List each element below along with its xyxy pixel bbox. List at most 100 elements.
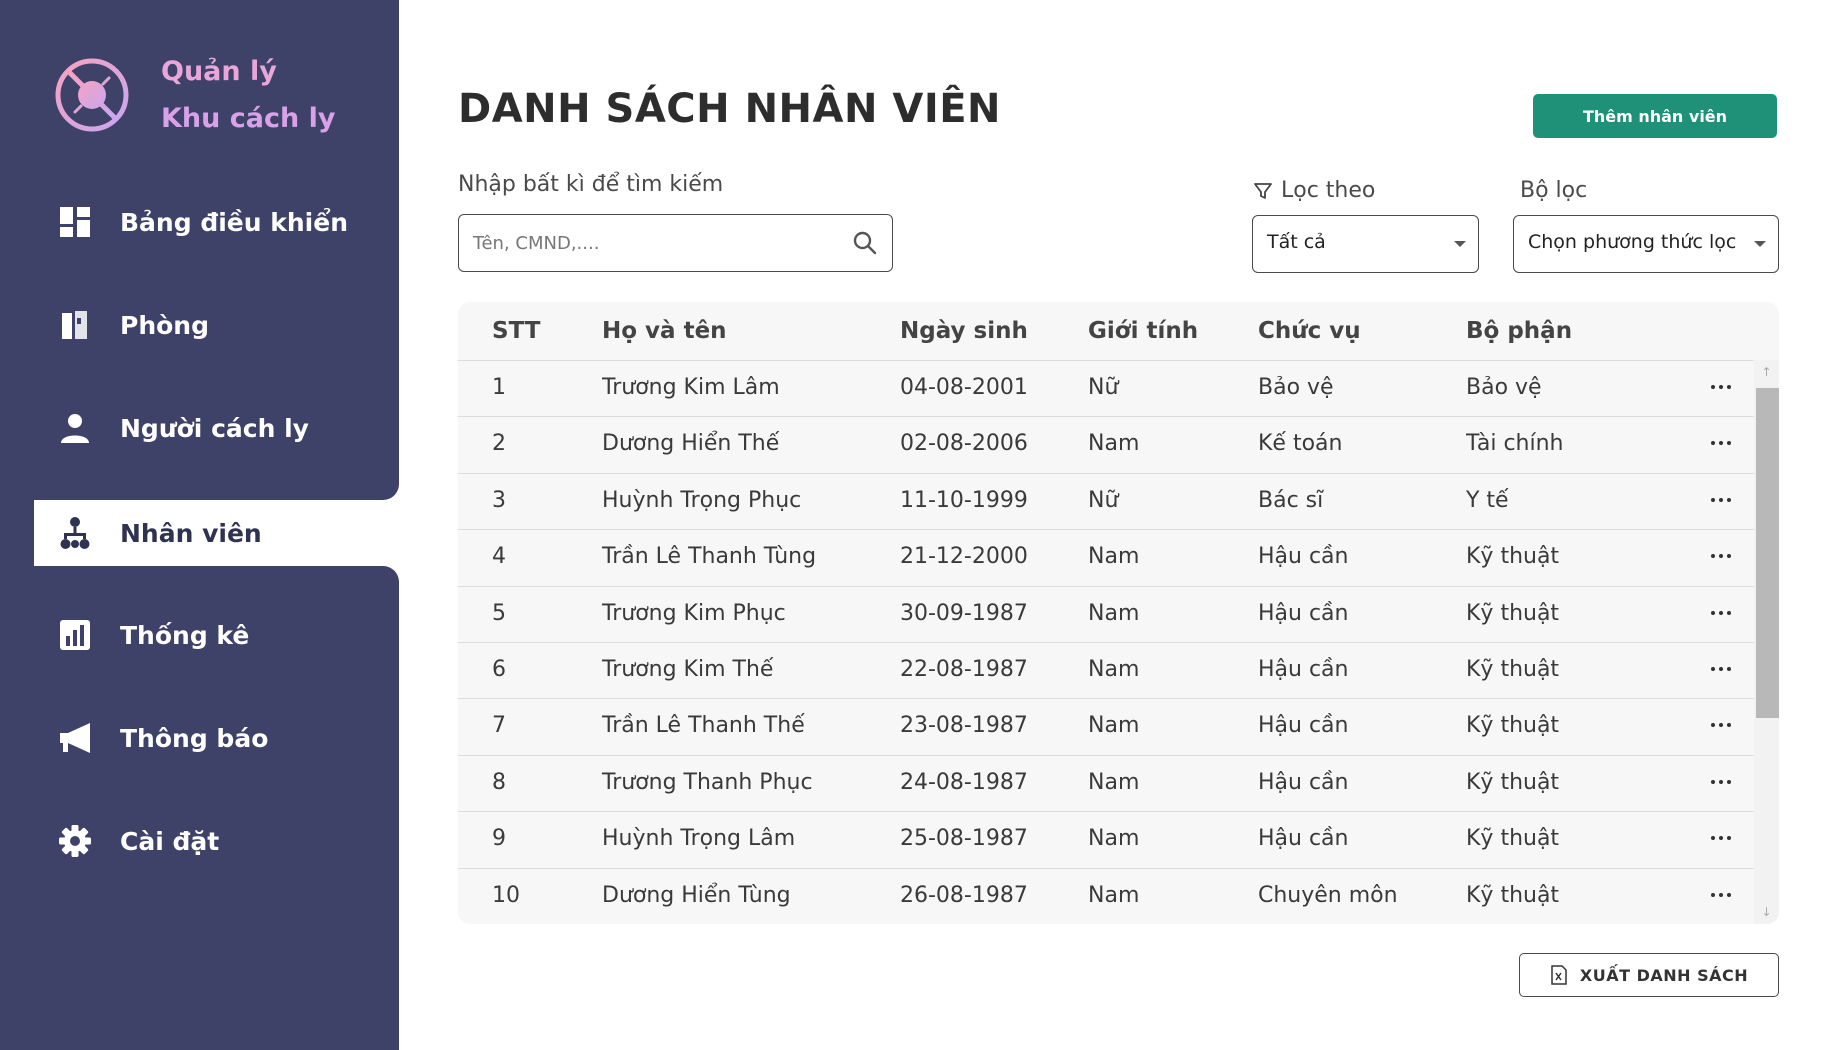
add-staff-button[interactable]: Thêm nhân viên xyxy=(1533,94,1777,138)
sidebar-item-statistics[interactable]: Thống kê xyxy=(34,602,399,668)
dot xyxy=(1711,836,1715,841)
dot xyxy=(1727,836,1731,841)
filter-by-label: Lọc theo xyxy=(1253,178,1375,203)
row-gender: Nữ xyxy=(1088,487,1119,513)
more-options-icon[interactable] xyxy=(1708,772,1734,792)
dot xyxy=(1719,836,1723,841)
more-options-icon[interactable] xyxy=(1708,546,1734,566)
search-icon[interactable] xyxy=(852,230,878,256)
sidebar-item-label: Bảng điều khiển xyxy=(120,207,348,237)
table-row[interactable]: 3 Huỳnh Trọng Phục 11-10-1999 Nữ Bác sĩ Y tế xyxy=(458,472,1754,529)
row-name: Huỳnh Trọng Lâm xyxy=(602,826,796,852)
row-position: Hậu cần xyxy=(1258,769,1349,795)
table-row[interactable]: 1 Trương Kim Lâm 04-08-2001 Nữ Bảo vệ Bảo vệ xyxy=(458,360,1754,416)
more-options-icon[interactable] xyxy=(1708,885,1734,905)
sidebar-item-room[interactable]: Phòng xyxy=(34,292,399,358)
sidebar-item-settings[interactable]: Cài đặt xyxy=(34,808,399,874)
more-options-icon[interactable] xyxy=(1708,659,1734,679)
row-position: Chuyên môn xyxy=(1258,882,1398,908)
scroll-down-icon[interactable]: ↓ xyxy=(1754,902,1779,922)
table-row[interactable]: 10 Dương Hiển Tùng 26-08-1987 Nam Chuyên môn… xyxy=(458,867,1754,924)
row-department: Kỹ thuật xyxy=(1466,826,1560,852)
table-row[interactable]: 6 Trương Kim Thế 22-08-1987 Nam Hậu cần Kỹ th… xyxy=(458,641,1754,698)
row-birthdate: 23-08-1987 xyxy=(900,713,1028,739)
sidebar-item-notifications[interactable]: Thông báo xyxy=(34,705,399,771)
more-options-icon[interactable] xyxy=(1708,715,1734,735)
row-name: Trương Kim Lâm xyxy=(602,375,780,400)
dot xyxy=(1719,666,1723,671)
table-header: STT Họ và tên Ngày sinh Giới tính Chức v… xyxy=(458,302,1779,360)
row-birthdate: 25-08-1987 xyxy=(900,826,1028,852)
table-body: 1 Trương Kim Lâm 04-08-2001 Nữ Bảo vệ Bảo vệ 2… xyxy=(458,360,1754,924)
dot xyxy=(1711,554,1715,559)
row-name: Huỳnh Trọng Phục xyxy=(602,487,802,513)
scroll-up-icon[interactable]: ↑ xyxy=(1754,362,1779,382)
export-list-label: XUẤT DANH SÁCH xyxy=(1579,965,1749,985)
dot xyxy=(1719,385,1723,389)
row-birthdate: 11-10-1999 xyxy=(900,487,1028,513)
row-department: Kỹ thuật xyxy=(1466,713,1560,739)
row-department: Y tế xyxy=(1466,487,1509,513)
scrollbar-thumb[interactable] xyxy=(1756,388,1779,718)
more-options-icon[interactable] xyxy=(1708,490,1734,510)
sidebar-item-staff[interactable]: Nhân viên xyxy=(34,500,399,566)
dot xyxy=(1727,385,1731,389)
row-name: Trương Kim Thế xyxy=(602,656,774,682)
export-list-button[interactable]: XUẤT DANH SÁCH xyxy=(1519,953,1779,997)
row-gender: Nam xyxy=(1088,882,1140,908)
dashboard-icon xyxy=(60,207,90,237)
more-options-icon[interactable] xyxy=(1708,433,1734,453)
row-department: Kỹ thuật xyxy=(1466,544,1560,570)
sidebar-item-dashboard[interactable]: Bảng điều khiển xyxy=(34,189,399,255)
more-options-icon[interactable] xyxy=(1708,828,1734,848)
table-scrollbar[interactable]: ↑ ↓ xyxy=(1754,360,1779,924)
dot xyxy=(1719,554,1723,559)
filter-method-value: Chọn phương thức lọc xyxy=(1528,231,1737,253)
dot xyxy=(1711,385,1715,389)
more-options-icon[interactable] xyxy=(1708,603,1734,623)
row-birthdate: 30-09-1987 xyxy=(900,600,1028,626)
row-birthdate: 26-08-1987 xyxy=(900,882,1028,908)
more-options-icon[interactable] xyxy=(1708,377,1734,397)
row-birthdate: 24-08-1987 xyxy=(900,769,1028,795)
sidebar-item-label: Thống kê xyxy=(120,620,250,650)
dot xyxy=(1719,441,1723,446)
row-stt: 1 xyxy=(492,375,506,400)
row-gender: Nữ xyxy=(1088,375,1119,400)
row-stt: 5 xyxy=(492,600,506,626)
column-header-department[interactable]: Bộ phận xyxy=(1466,318,1572,344)
sidebar-item-label: Nhân viên xyxy=(120,518,262,548)
row-birthdate: 02-08-2006 xyxy=(900,431,1028,457)
filter-by-select[interactable]: Tất cả xyxy=(1252,215,1479,273)
column-header-name[interactable]: Họ và tên xyxy=(602,318,727,344)
row-name: Dương Hiển Thế xyxy=(602,431,780,457)
table-row[interactable]: 5 Trương Kim Phục 30-09-1987 Nam Hậu cần Kỹ t… xyxy=(458,585,1754,642)
row-stt: 6 xyxy=(492,656,506,682)
sidebar-item-quarantined-people[interactable]: Người cách ly xyxy=(34,395,399,461)
column-header-stt[interactable]: STT xyxy=(492,318,540,344)
dot xyxy=(1727,666,1731,671)
sidebar-bg-gap xyxy=(0,500,34,566)
sidebar-item-label: Phòng xyxy=(120,310,209,340)
table-row[interactable]: 4 Trần Lê Thanh Tùng 21-12-2000 Nam Hậu cần K… xyxy=(458,529,1754,585)
dot xyxy=(1711,723,1715,728)
sidebar-item-label: Người cách ly xyxy=(120,413,309,443)
caret-down-icon xyxy=(1754,241,1766,247)
filter-method-select[interactable]: Chọn phương thức lọc xyxy=(1513,215,1779,273)
row-position: Hậu cần xyxy=(1258,600,1349,626)
dot xyxy=(1719,892,1723,897)
column-header-position[interactable]: Chức vụ xyxy=(1258,318,1361,344)
table-row[interactable]: 8 Trương Thanh Phục 24-08-1987 Nam Hậu cần Kỹ… xyxy=(458,754,1754,811)
row-position: Bác sĩ xyxy=(1258,487,1324,513)
table-row[interactable]: 7 Trần Lê Thanh Thế 23-08-1987 Nam Hậu cần Kỹ… xyxy=(458,698,1754,754)
column-header-birthdate[interactable]: Ngày sinh xyxy=(900,318,1028,344)
column-header-gender[interactable]: Giới tính xyxy=(1088,318,1198,344)
dot xyxy=(1711,666,1715,671)
page-title: DANH SÁCH NHÂN VIÊN xyxy=(458,86,1002,132)
search-field[interactable] xyxy=(458,214,893,272)
table-row[interactable]: 2 Dương Hiển Thế 02-08-2006 Nam Kế toán Tài c… xyxy=(458,416,1754,472)
row-position: Bảo vệ xyxy=(1258,375,1334,400)
search-input[interactable] xyxy=(473,229,843,257)
table-row[interactable]: 9 Huỳnh Trọng Lâm 25-08-1987 Nam Hậu cần Kỹ t… xyxy=(458,811,1754,867)
dot xyxy=(1727,441,1731,446)
